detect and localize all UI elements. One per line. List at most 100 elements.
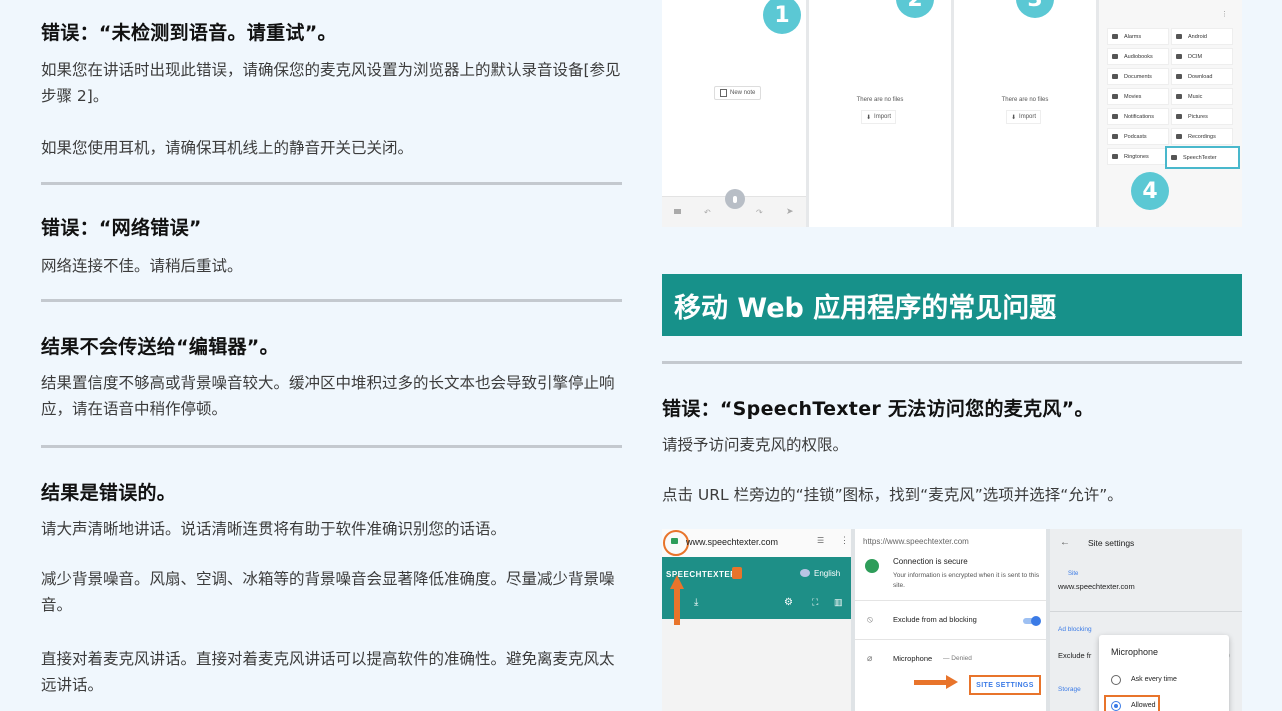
microphone-off-icon: ⌀: [867, 653, 873, 663]
settings-icon[interactable]: ⚙: [784, 597, 793, 608]
folder-item[interactable]: Movies: [1107, 88, 1169, 105]
redo-icon[interactable]: ↷: [756, 208, 763, 217]
microphone-icon: [733, 195, 737, 203]
folder-item[interactable]: Notifications: [1107, 108, 1169, 125]
section-title: 结果是错误的。: [41, 482, 177, 504]
paragraph: 直接对着麦克风讲话。直接对着麦克风讲话可以提高软件的准确性。避免离麦克风太远讲话…: [41, 650, 615, 694]
folder-item[interactable]: Alarms: [1107, 28, 1169, 45]
microphone-label[interactable]: Microphone: [893, 654, 932, 663]
divider: [662, 361, 1242, 364]
download-icon[interactable]: ⤓: [694, 597, 698, 608]
paragraph: 如果您在讲话时出现此错误，请确保您的麦克风设置为浏览器上的默认录音设备[参见步骤…: [41, 61, 621, 105]
section-title: 错误：“网络错误”: [41, 217, 202, 239]
site-settings-title: Site settings: [1088, 538, 1135, 548]
microphone-button[interactable]: [725, 189, 745, 209]
download-icon: ⬇: [866, 113, 872, 121]
step-badge: 4: [1131, 172, 1169, 210]
app-panel-3: There are no files ⬇ Import: [954, 0, 1096, 227]
paragraph: 减少背景噪音。风扇、空调、冰箱等的背景噪音会显著降低准确度。尽量减少背景噪音。: [41, 570, 615, 614]
allowed-label[interactable]: Allowed: [1131, 702, 1156, 709]
exclude-label: Exclude fr: [1058, 651, 1092, 660]
folder-item[interactable]: Android: [1171, 28, 1233, 45]
radio-ask[interactable]: [1111, 675, 1121, 685]
up-arrow-annotation: [670, 575, 684, 625]
divider: [41, 445, 622, 448]
section-heading: 移动 Web 应用程序的常见问题: [662, 274, 1242, 336]
error-title: 错误：“SpeechTexter 无法访问您的麦克风”。: [662, 398, 1094, 420]
dialog-title: Microphone: [1111, 647, 1159, 657]
lock-icon[interactable]: [671, 538, 678, 544]
popup-url: https://www.speechtexter.com: [863, 537, 969, 546]
folder-item[interactable]: Ringtones: [1107, 148, 1169, 165]
microphone-permission-dialog: Microphone Ask every time Allowed: [1099, 635, 1229, 711]
secure-icon: [865, 559, 879, 573]
undo-icon[interactable]: ↶: [704, 208, 711, 217]
paragraph: 如果您使用耳机，请确保耳机线上的静音开关已关闭。: [41, 139, 414, 157]
folder-item[interactable]: Documents: [1107, 68, 1169, 85]
app-header: SPEECHTEXTER English ⤓ ⚙ ⛶ ▥: [662, 557, 851, 619]
paragraph: 结果置信度不够高或背景噪音较大。缓冲区中堆积过多的长文本也会导致引擎停止响应，请…: [41, 374, 615, 418]
ask-every-time-label[interactable]: Ask every time: [1131, 676, 1177, 683]
ad-toggle[interactable]: [1023, 616, 1041, 626]
storage-label: Storage: [1058, 686, 1081, 693]
folder-item-selected[interactable]: SpeechTexter: [1165, 146, 1240, 169]
url-text: www.speechtexter.com: [686, 537, 779, 547]
app-panel-1: New note ↶ ↷ ➤: [662, 0, 806, 227]
divider: [41, 299, 622, 302]
folder-item[interactable]: Podcasts: [1107, 128, 1169, 145]
mic-badge-icon: [732, 567, 742, 579]
new-note-label: New note: [730, 90, 756, 96]
ad-blocking-label: Ad blocking: [1058, 626, 1092, 633]
paragraph: 网络连接不佳。请稍后重试。: [41, 257, 243, 275]
fullscreen-icon[interactable]: ⛶: [812, 597, 818, 608]
site-label: Site: [1068, 571, 1079, 577]
site-settings-button[interactable]: SITE SETTINGS: [969, 675, 1041, 695]
ad-block-icon: ⦸: [867, 614, 873, 624]
tutorial-screenshot-top: New note ↶ ↷ ➤ 1 There are no files ⬇ Im…: [662, 0, 1242, 227]
radio-allowed[interactable]: [1111, 701, 1121, 711]
folder-item[interactable]: Download: [1171, 68, 1233, 85]
right-arrow-annotation: [914, 675, 958, 689]
book-icon[interactable]: ▥: [834, 597, 843, 608]
paragraph: 请授予访问麦克风的权限。: [662, 436, 849, 454]
ad-exclude-label: Exclude from ad blocking: [893, 615, 977, 624]
import-label: Import: [1019, 114, 1037, 120]
address-bar[interactable]: www.speechtexter.com ☰ ⋮: [662, 529, 851, 557]
more-icon[interactable]: ⋮: [840, 535, 849, 546]
send-icon[interactable]: ➤: [786, 207, 794, 217]
folder-item[interactable]: Audiobooks: [1107, 48, 1169, 65]
note-icon: [720, 89, 727, 97]
language-label[interactable]: English: [814, 569, 840, 578]
back-arrow-icon[interactable]: ←: [1060, 537, 1070, 548]
paragraph: 点击 URL 栏旁边的“挂锁”图标，找到“麦克风”选项并选择“允许”。: [662, 486, 1123, 504]
site-url: www.speechtexter.com: [1058, 582, 1135, 591]
paragraph: 请大声清晰地讲话。说话清晰连贯将有助于软件准确识别您的话语。: [41, 520, 507, 538]
empty-message: There are no files: [1001, 97, 1049, 103]
tutorial-screenshot-bottom: www.speechtexter.com ☰ ⋮ SPEECHTEXTER En…: [662, 529, 1242, 711]
browser-panel: www.speechtexter.com ☰ ⋮ SPEECHTEXTER En…: [662, 529, 851, 711]
bottom-toolbar: ↶ ↷ ➤: [662, 189, 806, 227]
microphone-state: — Denied: [943, 655, 972, 662]
menu-icon[interactable]: ⋮: [1221, 10, 1228, 18]
import-button[interactable]: ⬇ Import: [1006, 110, 1042, 124]
app-panel-2: There are no files ⬇ Import: [809, 0, 951, 227]
section-title: 错误：“未检测到语音。请重试”。: [41, 22, 337, 44]
secure-body: Your information is encrypted when it is…: [893, 572, 1040, 589]
keyboard-icon[interactable]: [674, 209, 681, 214]
app-panel-4: ⋮ Alarms Android Audiobooks DCIM Documen…: [1099, 0, 1242, 227]
folder-item[interactable]: Music: [1171, 88, 1233, 105]
import-label: Import: [874, 114, 892, 120]
site-settings-panel: ← Site settings Site www.speechtexter.co…: [1050, 529, 1242, 711]
empty-message: There are no files: [856, 97, 904, 103]
flag-icon: [800, 569, 810, 577]
download-icon: ⬇: [1011, 113, 1017, 121]
folder-item[interactable]: Recordings: [1171, 128, 1233, 145]
folder-item[interactable]: Pictures: [1171, 108, 1233, 125]
tabs-icon[interactable]: ☰: [817, 536, 824, 545]
section-title: 结果不会传送给“编辑器”。: [41, 336, 279, 358]
import-button[interactable]: ⬇ Import: [861, 110, 897, 124]
site-info-panel: https://www.speechtexter.com Connection …: [855, 529, 1046, 711]
folder-item[interactable]: DCIM: [1171, 48, 1233, 65]
divider: [41, 182, 622, 185]
new-note-button[interactable]: New note: [714, 86, 762, 100]
